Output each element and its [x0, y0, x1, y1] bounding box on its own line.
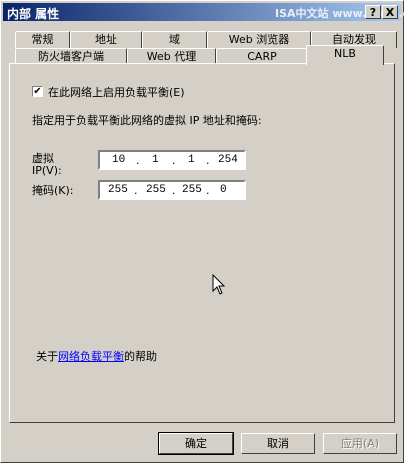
vip-octet-1: 10	[112, 154, 126, 166]
tab-nlb[interactable]: NLB	[306, 45, 384, 65]
mask-octet-1: 255	[108, 184, 128, 196]
help-text: 关于网络负载平衡的帮助	[36, 348, 157, 364]
help-suffix: 的帮助	[124, 350, 157, 363]
enable-nlb-label: 在此网络上启用负载平衡(E)	[48, 86, 185, 99]
description-text: 指定用于负载平衡此网络的虚拟 IP 地址和掩码:	[32, 114, 262, 127]
mask-octet-2: 255	[146, 184, 166, 196]
properties-dialog: 内部 属性 ISA中文站 www.isacn.org ? X 常规 地址 域 W…	[0, 0, 404, 463]
tab-web-browser[interactable]: Web 浏览器	[207, 31, 311, 48]
help-prefix: 关于	[36, 350, 58, 363]
cancel-button[interactable]: 取消	[241, 433, 315, 454]
mask-label: 掩码(K):	[32, 184, 74, 197]
vip-octet-3: 1	[188, 154, 195, 166]
tab-general[interactable]: 常规	[15, 31, 70, 48]
tab-domain[interactable]: 域	[142, 31, 207, 48]
tab-address[interactable]: 地址	[70, 31, 142, 48]
vip-address-field[interactable]: 10 . 1 . 1 . 254	[98, 150, 246, 170]
mouse-cursor-icon	[212, 274, 226, 295]
apply-button[interactable]: 应用(A)	[323, 433, 397, 454]
vip-label-line2: IP(V):	[32, 164, 62, 177]
mask-field[interactable]: 255 . 255 . 255 . 0	[98, 180, 246, 200]
nlb-help-link[interactable]: 网络负载平衡	[58, 350, 124, 363]
mask-octet-4: 0	[220, 184, 227, 196]
window-title: 内部 属性	[7, 7, 60, 21]
vip-octet-4: 254	[218, 154, 238, 166]
ok-button[interactable]: 确定	[158, 432, 234, 455]
enable-nlb-checkbox[interactable]: ✔	[32, 86, 43, 97]
vip-octet-2: 1	[152, 154, 159, 166]
apply-button-label: 应用(A)	[340, 437, 380, 450]
ok-button-label: 确定	[185, 437, 207, 450]
cancel-button-label: 取消	[267, 437, 289, 450]
tab-panel-nlb: ✔ 在此网络上启用负载平衡(E) 指定用于负载平衡此网络的虚拟 IP 地址和掩码…	[9, 63, 395, 423]
title-bar: 内部 属性 ISA中文站 www.isacn.org ? X	[3, 3, 404, 21]
close-button[interactable]: X	[382, 5, 398, 19]
help-button[interactable]: ?	[365, 5, 381, 19]
mask-octet-3: 255	[182, 184, 202, 196]
